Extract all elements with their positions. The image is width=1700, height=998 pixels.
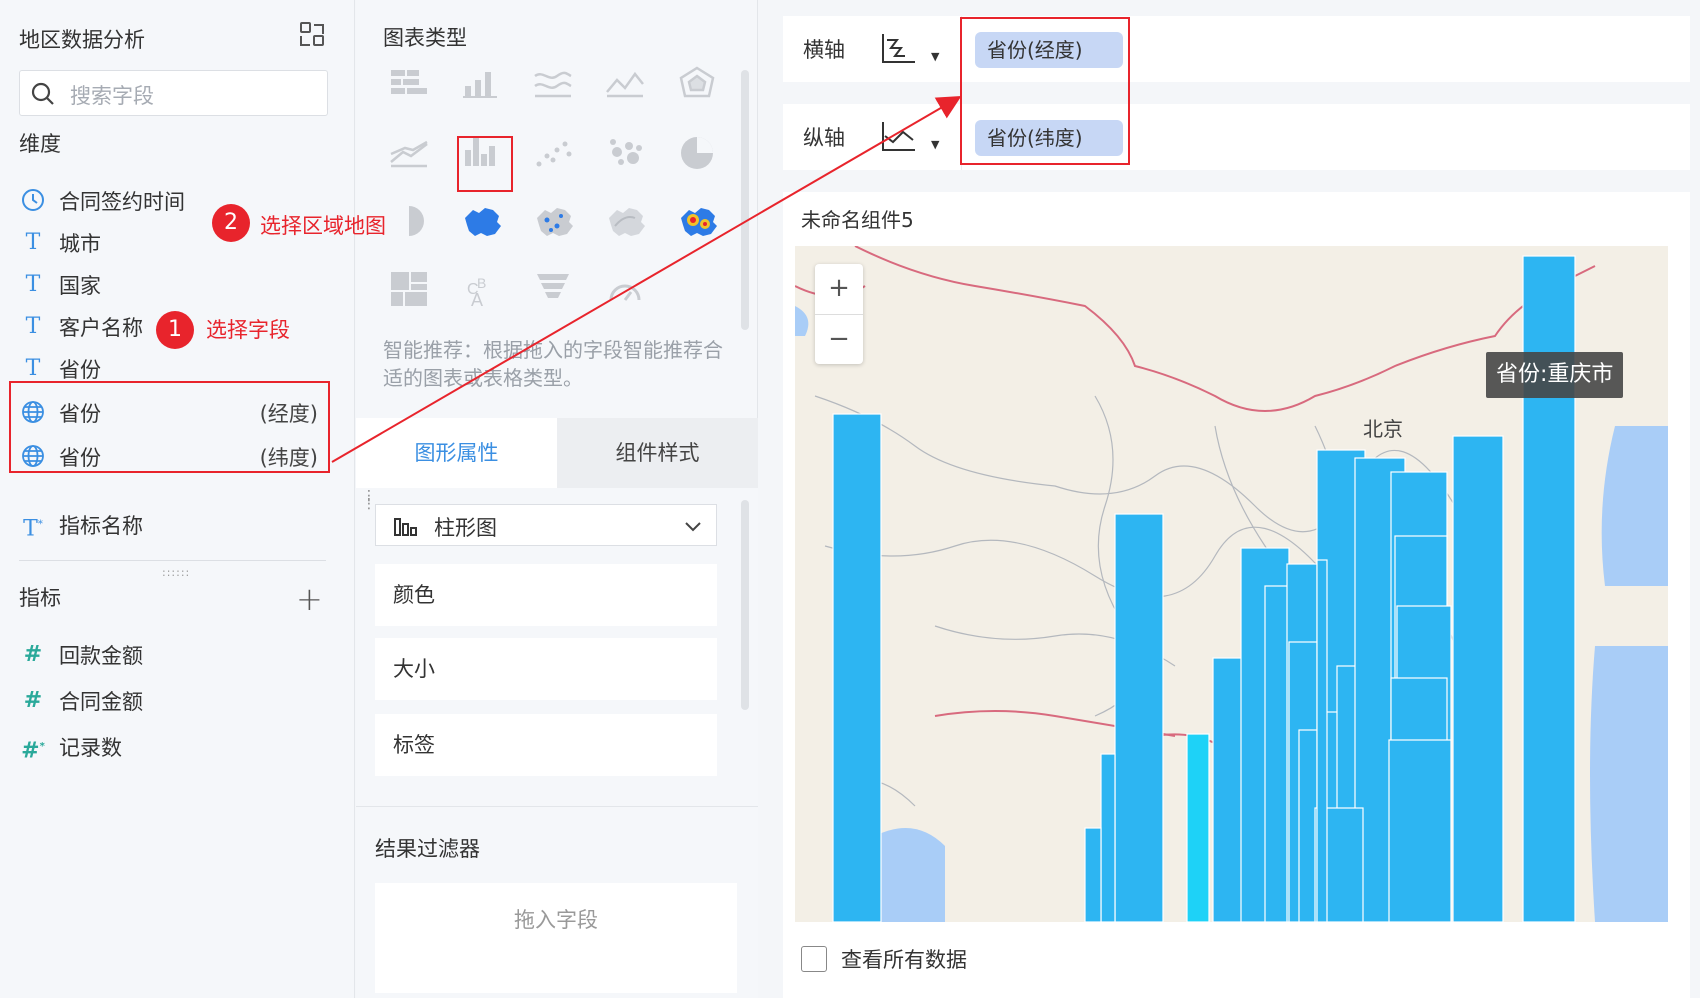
- map-chart[interactable]: 北京 渤: [795, 246, 1668, 922]
- result-filter-title: 结果过滤器: [375, 837, 480, 861]
- tab-component-style[interactable]: 组件样式: [557, 418, 758, 488]
- search-placeholder: 搜索字段: [70, 84, 154, 108]
- zoom-out-button[interactable]: −: [815, 314, 863, 364]
- zoom-in-button[interactable]: +: [815, 264, 863, 314]
- search-input[interactable]: 搜索字段: [19, 70, 328, 116]
- map-bar-column[interactable]: [1316, 559, 1328, 922]
- half-pie-icon[interactable]: [383, 196, 435, 246]
- section-divider: [19, 560, 326, 561]
- caret-down-icon[interactable]: ▼: [931, 50, 939, 63]
- caret-down-icon[interactable]: ▼: [931, 138, 939, 151]
- measure-field-payment[interactable]: # 回款金额: [19, 634, 324, 674]
- canvas-area: 横轴 ▼ 省份(经度) 纵轴 ▼ 省份(纬度) 未命名组件5 北京 + − 查看…: [759, 0, 1700, 998]
- show-all-data-checkbox[interactable]: [801, 946, 827, 972]
- result-filter-section: 结果过滤器 拖入字段: [356, 806, 758, 998]
- x-axis-type-icon[interactable]: [879, 30, 919, 70]
- property-scrollbar[interactable]: [741, 500, 749, 710]
- map-bar-column[interactable]: [1186, 733, 1210, 922]
- measure-section-title: 指标: [19, 586, 61, 610]
- clock-icon: [19, 187, 47, 215]
- dimension-field-metric-name[interactable]: T* 指标名称: [19, 504, 324, 544]
- x-axis-row: 横轴 ▼ 省份(经度): [783, 16, 1690, 82]
- radar-icon[interactable]: [671, 60, 723, 110]
- chart-type-scrollbar[interactable]: [741, 70, 749, 330]
- property-area: 柱形图 颜色 大小 标签: [356, 488, 758, 806]
- step-1-annotation: 选择字段: [206, 318, 290, 342]
- gauge-icon[interactable]: [599, 264, 651, 314]
- point-map-icon[interactable]: [527, 196, 579, 246]
- show-all-data-label: 查看所有数据: [841, 948, 967, 972]
- y-axis-type-icon[interactable]: [879, 118, 919, 158]
- x-axis-label: 横轴: [803, 38, 845, 62]
- y-axis-label: 纵轴: [803, 126, 845, 150]
- measure-field-contract-amount[interactable]: # 合同金额: [19, 680, 324, 720]
- funnel-icon[interactable]: [527, 264, 579, 314]
- pie-icon[interactable]: [671, 128, 723, 178]
- map-bar-column[interactable]: [1084, 827, 1102, 922]
- text-type-icon: T: [25, 230, 41, 255]
- chart-type-panel: 图表类型 C B A 智能推荐：根据拖入的字段智能推荐合适的图表或表格类型。 图…: [356, 0, 758, 998]
- step-2-badge: 2: [212, 204, 250, 242]
- text-type-icon: T*: [23, 516, 43, 542]
- tab-graph-properties[interactable]: 图形属性: [356, 418, 557, 488]
- bar-icon[interactable]: [455, 60, 507, 110]
- resize-handle[interactable]: ::::::: [162, 566, 190, 579]
- prop-label[interactable]: 标签: [375, 714, 717, 776]
- bar-chart-icon: [394, 518, 417, 536]
- heat-map-icon[interactable]: [671, 196, 723, 246]
- word-cloud-icon[interactable]: CBA: [455, 264, 507, 314]
- svg-text:B: B: [477, 275, 486, 291]
- text-type-icon: T: [25, 314, 41, 339]
- scatter-icon[interactable]: [527, 128, 579, 178]
- dimension-section-title: 维度: [19, 132, 61, 156]
- chart-type-title: 图表类型: [383, 26, 467, 50]
- area-icon[interactable]: [599, 60, 651, 110]
- map-bar-column[interactable]: [1452, 435, 1504, 922]
- region-map-icon[interactable]: [455, 196, 507, 246]
- step-1-badge: 1: [156, 311, 194, 349]
- data-panel: 地区数据分析 搜索字段 维度 合同签约时间 T 城市 T 国家 T 客户名称 T…: [0, 0, 386, 998]
- map-bar-column[interactable]: [1114, 513, 1164, 922]
- treemap-icon[interactable]: [383, 264, 435, 314]
- prop-color[interactable]: 颜色: [375, 564, 717, 626]
- dataset-title: 地区数据分析: [19, 28, 145, 52]
- hash-icon: #: [23, 642, 43, 667]
- svg-text:A: A: [471, 290, 483, 310]
- bubble-icon[interactable]: [599, 128, 651, 178]
- region-map-selection-highlight: [457, 136, 513, 192]
- search-icon: [31, 82, 54, 105]
- chart-kind-select[interactable]: 柱形图: [375, 504, 717, 546]
- axis-fields-highlight: [960, 17, 1130, 165]
- dimension-field-country[interactable]: T 国家: [19, 264, 324, 304]
- map-zoom-control: + −: [815, 264, 863, 364]
- text-type-icon: T: [25, 272, 41, 297]
- y-axis-row: 纵轴 ▼ 省份(纬度): [783, 104, 1690, 170]
- hash-icon: #*: [21, 738, 45, 764]
- map-tooltip: 省份:重庆市: [1486, 352, 1624, 398]
- map-bar-column[interactable]: [832, 413, 882, 922]
- step-2-annotation: 选择区域地图: [260, 214, 386, 238]
- map-bar-column[interactable]: [1100, 753, 1116, 922]
- chevron-down-icon: [685, 522, 701, 532]
- flow-map-icon[interactable]: [599, 196, 651, 246]
- table-icon[interactable]: [383, 60, 435, 110]
- add-measure-button[interactable]: +: [296, 580, 323, 618]
- scatter-line-icon[interactable]: [383, 128, 435, 178]
- measure-field-record-count[interactable]: #* 记录数: [19, 726, 324, 766]
- prop-size[interactable]: 大小: [375, 638, 717, 700]
- text-type-icon: T: [25, 356, 41, 381]
- widget-title: 未命名组件5: [801, 208, 914, 232]
- map-bar-column[interactable]: [1388, 739, 1452, 922]
- filter-drop-zone[interactable]: 拖入字段: [375, 883, 737, 993]
- smart-recommend-text: 智能推荐：根据拖入的字段智能推荐合适的图表或表格类型。: [383, 338, 723, 390]
- switch-dataset-icon[interactable]: [298, 20, 326, 48]
- line-icon[interactable]: [527, 60, 579, 110]
- geo-fields-highlight: [9, 381, 330, 473]
- hash-icon: #: [23, 688, 43, 713]
- panel-drag-handle[interactable]: ⋮ ⋮: [362, 489, 376, 511]
- property-tabs: 图形属性 组件样式: [356, 418, 758, 488]
